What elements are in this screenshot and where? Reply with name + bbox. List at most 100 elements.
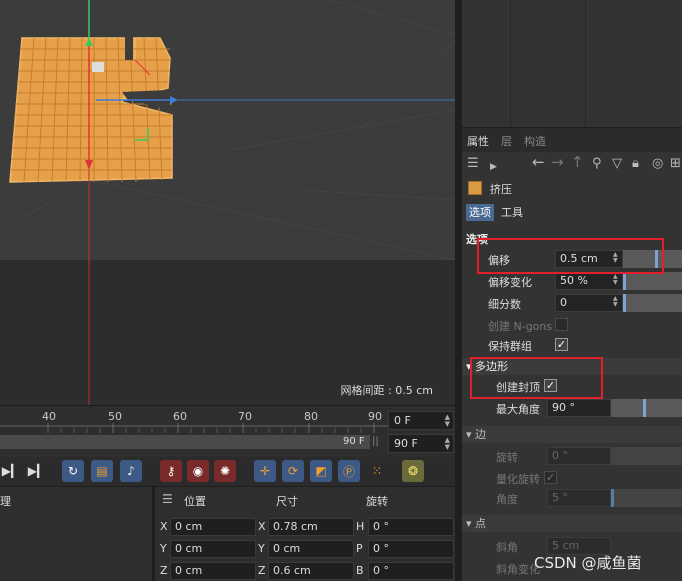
rotation-p-field[interactable]: 0 °	[368, 540, 454, 558]
menu-icon[interactable]: ☰	[467, 156, 479, 172]
timeline-ruler	[0, 423, 388, 433]
frame-end-value: 90 F	[394, 437, 418, 450]
edge-angle-field[interactable]: 5 °	[547, 489, 611, 507]
position-z-field[interactable]: 0 cm	[170, 562, 256, 580]
max-angle-slider[interactable]	[611, 399, 682, 417]
grid-spacing-label: 网格间距 : 0.5 cm	[340, 384, 433, 397]
tab-attributes[interactable]: 属性	[467, 133, 489, 149]
spinner-icon[interactable]: ▲ ▼	[445, 414, 450, 428]
spinner-icon[interactable]: ▲ ▼	[445, 437, 450, 451]
range-end-label: 90 F	[343, 436, 365, 447]
ngons-checkbox[interactable]	[555, 318, 568, 331]
slider-knob[interactable]	[643, 399, 646, 417]
viewport-3d[interactable]: 网格间距 : 0.5 cm	[0, 0, 455, 405]
forward-arrow-icon[interactable]: →	[551, 154, 564, 170]
panel-divider[interactable]	[455, 0, 462, 581]
edge-rotate-label: 旋转	[496, 451, 518, 464]
object-manager[interactable]	[462, 0, 682, 128]
rotation-b-field[interactable]: 0 °	[368, 562, 454, 580]
point-level-icon[interactable]: ⁙	[366, 460, 388, 482]
rotation-header: 旋转	[366, 495, 388, 508]
autokey-icon[interactable]: ◉	[187, 460, 209, 482]
subdivision-slider[interactable]	[623, 294, 682, 312]
scale-key-icon[interactable]: ◩	[310, 460, 332, 482]
move-key-icon[interactable]: ✛	[254, 460, 276, 482]
group-point[interactable]: ▾ 点	[462, 515, 682, 532]
preview-range-bar[interactable]	[0, 435, 370, 449]
coord-row-x: X 0 cm X 0.78 cm H 0 °	[158, 516, 455, 538]
range-handle[interactable]: ||	[372, 436, 379, 447]
axis-label: H	[356, 520, 365, 533]
offset-variation-slider[interactable]	[623, 272, 682, 290]
edge-angle-row: 角度 5 °	[462, 488, 682, 508]
coordinates-panel: 理 ☰ 位置 尺寸 旋转 X 0 cm X 0.78 cm H 0 ° Y 0 …	[0, 487, 455, 581]
group-edge[interactable]: ▾ 边	[462, 426, 682, 443]
offset-variation-label: 偏移变化	[488, 276, 532, 289]
edge-angle-slider[interactable]	[611, 489, 682, 507]
max-angle-row: 最大角度 90 °	[462, 398, 682, 418]
extrude-object-icon	[468, 181, 482, 195]
position-y-field[interactable]: 0 cm	[170, 540, 256, 558]
axis-label: Z	[258, 564, 266, 577]
back-arrow-icon[interactable]: ←	[532, 154, 545, 170]
slider-knob[interactable]	[611, 489, 614, 507]
menu-icon[interactable]: ☰	[162, 492, 173, 506]
tab-construction[interactable]: 构造	[524, 133, 546, 149]
group-point-label: 点	[475, 517, 487, 530]
highlight-offset	[477, 238, 664, 274]
new-panel-icon[interactable]: ⊞	[670, 156, 681, 172]
slider-knob[interactable]	[623, 272, 626, 290]
lock-icon[interactable]: 🔒︎	[632, 156, 639, 172]
edge-quantize-row: 量化旋转 ✓	[462, 468, 682, 488]
frame-end-field[interactable]: 90 F ▲ ▼	[388, 434, 454, 453]
size-z-field[interactable]: 0.6 cm	[268, 562, 354, 580]
size-x-field[interactable]: 0.78 cm	[268, 518, 354, 536]
axis-label: Y	[160, 542, 167, 555]
tab-options[interactable]: 选项	[466, 204, 494, 221]
edge-rotate-field[interactable]: 0 °	[547, 447, 611, 465]
rotation-h-field[interactable]: 0 °	[368, 518, 454, 536]
position-x-field[interactable]: 0 cm	[170, 518, 256, 536]
axis-label: Z	[160, 564, 168, 577]
column-divider	[510, 0, 511, 128]
tab-layers[interactable]: 层	[501, 133, 512, 149]
tab-tools[interactable]: 工具	[498, 204, 526, 221]
panel-label: 理	[0, 495, 11, 508]
search-icon[interactable]: ⚲	[592, 156, 602, 172]
max-angle-field[interactable]: 90 °	[547, 399, 611, 417]
spinner-icon[interactable]: ▲ ▼	[613, 274, 618, 286]
loop-icon[interactable]: ↻	[62, 460, 84, 482]
record-key-icon[interactable]: ⚷	[160, 460, 182, 482]
frame-start-field[interactable]: 0 F ▲ ▼	[388, 411, 454, 430]
param-key-icon[interactable]: Ⓟ	[338, 460, 360, 482]
spinner-icon[interactable]: ▲ ▼	[613, 296, 618, 308]
sound-icon[interactable]: ♪	[120, 460, 142, 482]
timeline[interactable]: 40 50 60 70 80 90 90 F || 0 F ▲ ▼ 90 F ▲…	[0, 405, 455, 457]
ngons-row: 创建 N-gons	[462, 315, 682, 335]
edge-rotate-slider[interactable]	[611, 447, 682, 465]
mode-arrow-icon[interactable]: ▶	[490, 159, 497, 175]
watermark: CSDN @咸鱼菌	[534, 554, 642, 572]
filter-icon[interactable]: ▽	[612, 156, 622, 172]
target-icon[interactable]: ◎	[652, 156, 663, 172]
coord-row-z: Z 0 cm Z 0.6 cm B 0 °	[158, 560, 455, 581]
collapse-arrow-icon[interactable]: ▾	[466, 428, 472, 441]
size-y-field[interactable]: 0 cm	[268, 540, 354, 558]
collapse-arrow-icon[interactable]: ▾	[466, 517, 472, 530]
column-divider	[585, 0, 586, 128]
onion-skin-icon[interactable]: ❂	[402, 460, 424, 482]
edge-quantize-label: 量化旋转	[496, 473, 540, 486]
go-to-end-icon[interactable]: ▶▎	[26, 460, 48, 482]
playback-toolbar: ▶▎ ▶▎ ↻ ▤ ♪ ⚷ ◉ ✺ ✛ ⟳ ◩ Ⓟ ⁙ ❂	[0, 457, 455, 487]
preserve-groups-checkbox[interactable]: ✓	[555, 338, 568, 351]
rotate-key-icon[interactable]: ⟳	[282, 460, 304, 482]
play-icon[interactable]: ▶▎	[0, 460, 22, 482]
highlight-polygon-caps	[470, 357, 603, 399]
film-icon[interactable]: ▤	[91, 460, 113, 482]
up-arrow-icon[interactable]: ↑	[571, 154, 584, 170]
slider-knob[interactable]	[623, 294, 626, 312]
keyframe-select-icon[interactable]: ✺	[214, 460, 236, 482]
attribute-tabs: 属性 层 构造	[462, 128, 682, 152]
edge-quantize-checkbox[interactable]: ✓	[544, 471, 557, 484]
coord-row-y: Y 0 cm Y 0 cm P 0 °	[158, 538, 455, 560]
